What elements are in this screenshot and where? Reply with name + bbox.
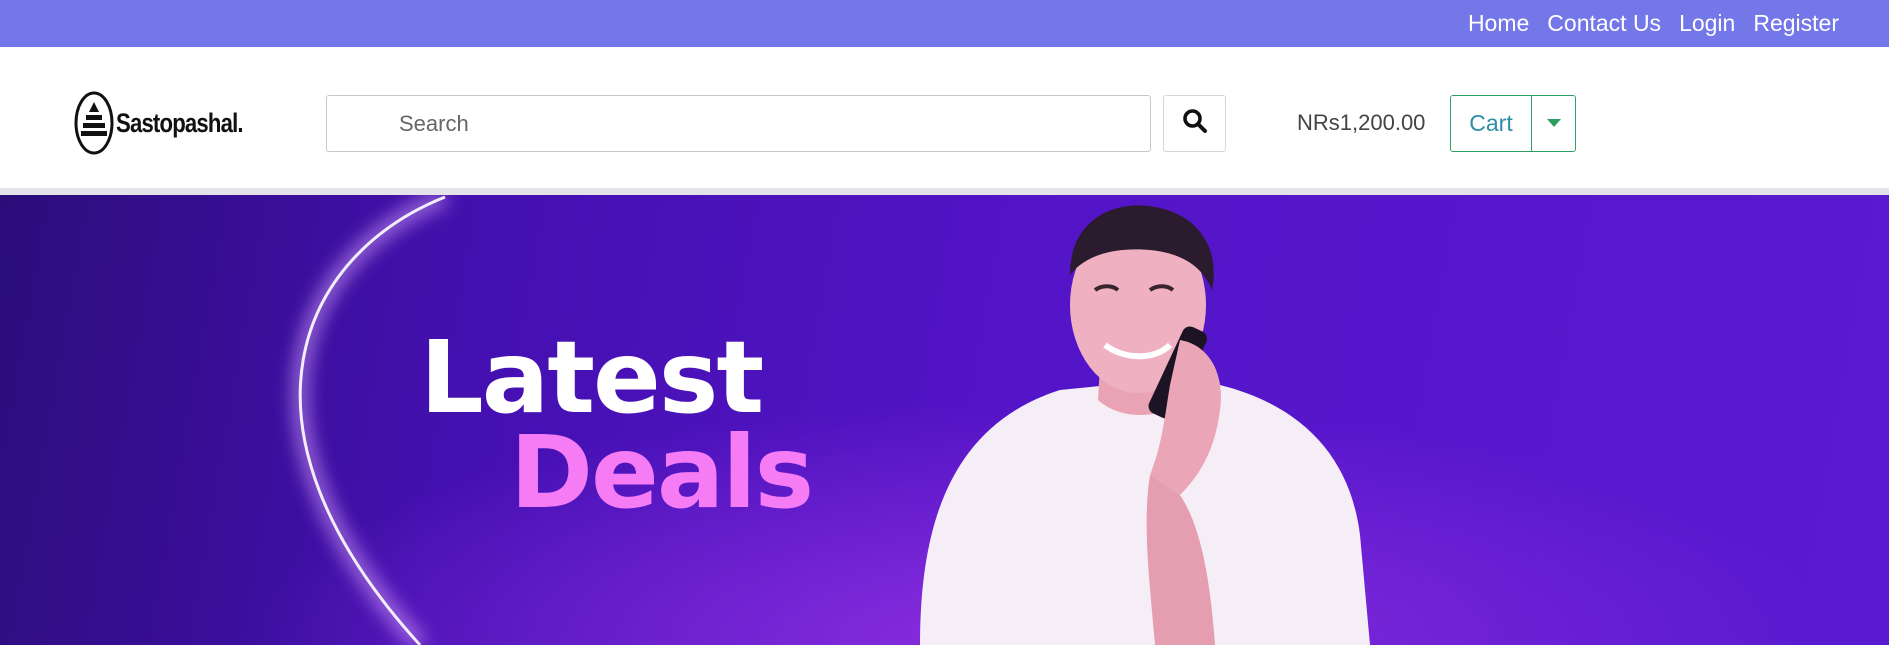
site-logo[interactable]: Sastopashal. xyxy=(74,90,271,156)
search-input[interactable] xyxy=(326,95,1151,152)
logo-text: Sastopashal. xyxy=(116,107,244,138)
site-header: Sastopashal. NRs1,200.00 Cart xyxy=(0,47,1889,190)
cart-total-price: NRs1,200.00 xyxy=(1297,110,1426,135)
top-navbar: Home Contact Us Login Register xyxy=(0,0,1889,47)
hero-person-image xyxy=(920,205,1370,645)
hero-banner[interactable]: Latest Deals xyxy=(0,195,1889,645)
cart-button[interactable]: Cart xyxy=(1451,96,1532,151)
cart-button-group: Cart xyxy=(1450,95,1576,152)
hero-heading-deals: Deals xyxy=(510,414,814,531)
header-divider xyxy=(0,188,1889,195)
cart-button-label: Cart xyxy=(1469,110,1513,136)
cart-dropdown-toggle[interactable] xyxy=(1532,96,1575,151)
search-icon xyxy=(1182,108,1208,139)
nav-link-home[interactable]: Home xyxy=(1468,10,1529,37)
top-nav-links: Home Contact Us Login Register xyxy=(1468,0,1839,47)
caret-down-icon xyxy=(1546,115,1561,133)
hero-heading-latest: Latest xyxy=(420,319,764,436)
search-button[interactable] xyxy=(1163,95,1226,152)
nav-link-contact-us[interactable]: Contact Us xyxy=(1547,10,1661,37)
logo-pyramid-icon xyxy=(74,90,114,156)
nav-link-register[interactable]: Register xyxy=(1753,10,1839,37)
nav-link-login[interactable]: Login xyxy=(1679,10,1735,37)
